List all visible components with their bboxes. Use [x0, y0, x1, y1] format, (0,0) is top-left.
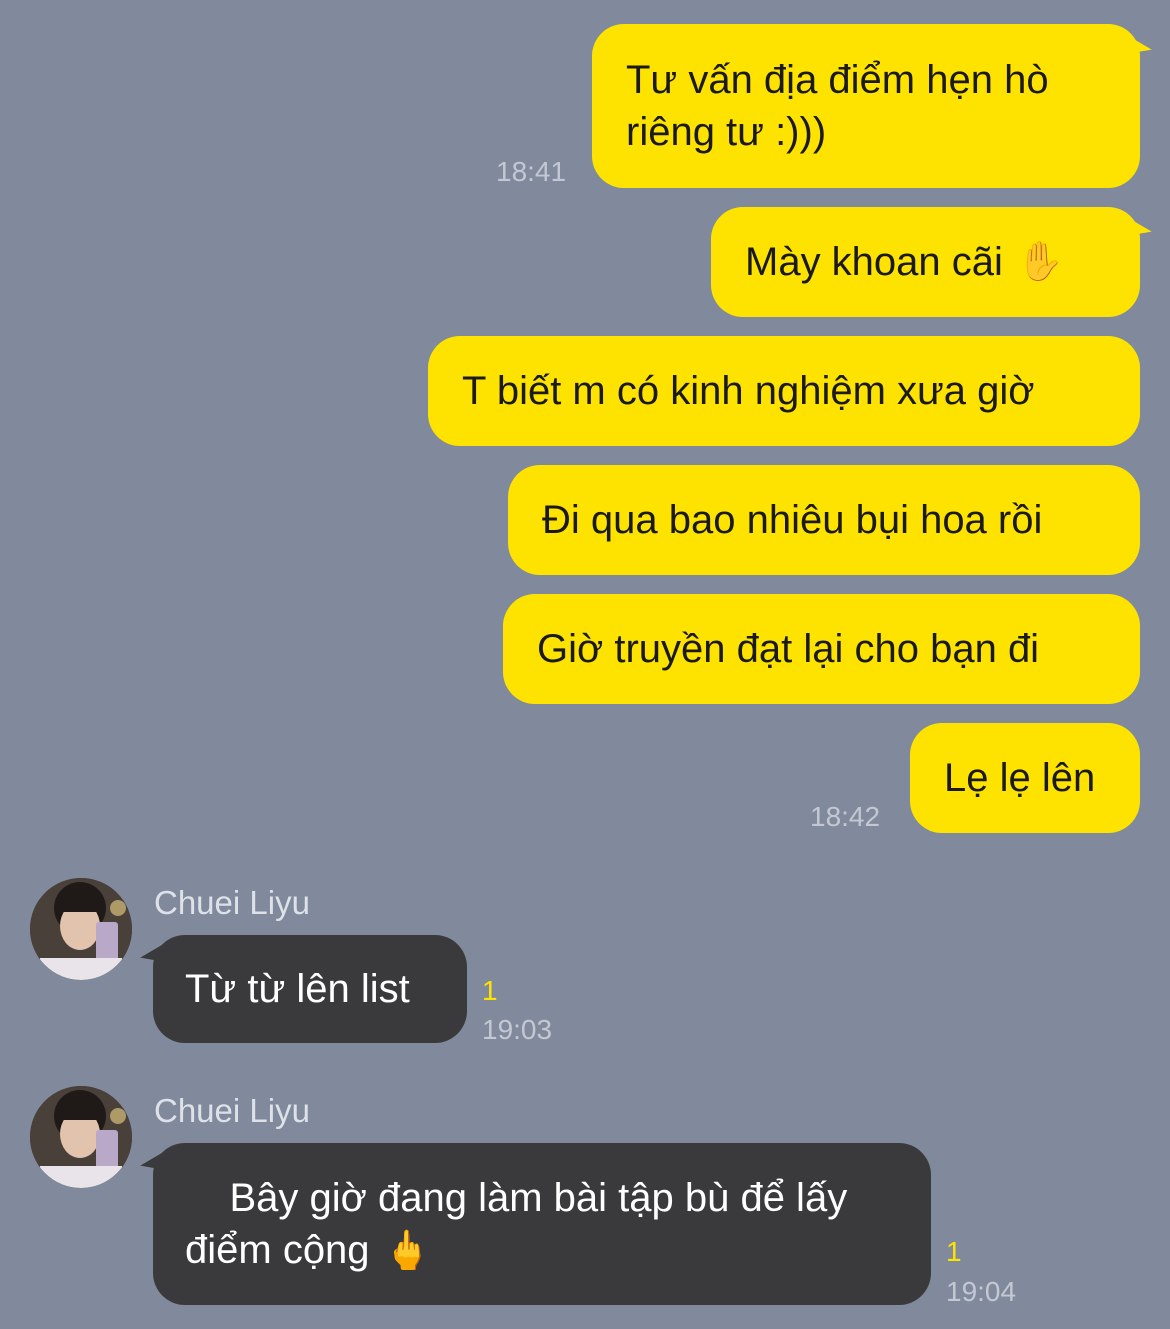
message-text: Mày khoan cãi [745, 240, 1003, 284]
message-text: Đi qua bao nhiêu bụi hoa rồi [542, 498, 1043, 542]
bubble-tail [140, 935, 170, 963]
message-time: 18:42 [810, 801, 881, 832]
message-text: Giờ truyền đạt lại cho bạn đi [537, 627, 1040, 671]
message-bubble-outgoing[interactable]: T biết m có kinh nghiệm xưa giờ [428, 336, 1140, 446]
bubble-tail [1122, 27, 1152, 55]
message-bubble-outgoing[interactable]: Mày khoan cãi ✋ [711, 207, 1140, 317]
message-bubble-outgoing[interactable]: Lẹ lẹ lên [910, 723, 1140, 833]
message-text: Từ từ lên list [185, 967, 410, 1011]
message-bubble-outgoing[interactable]: Tư vấn địa điểm hẹn hò riêng tư :))) [592, 24, 1140, 188]
message-bubble-incoming[interactable]: Bây giờ đang làm bài tập bù để lấy điểm … [153, 1143, 931, 1305]
message-time: 18:41 [496, 156, 567, 187]
message-text: Tư vấn địa điểm hẹn hò riêng tư :))) [626, 58, 1049, 154]
message-text-wrap: Bây giờ đang làm bài tập bù để lấy điểm … [185, 1120, 847, 1329]
message-text: T biết m có kinh nghiệm xưa giờ [462, 369, 1035, 413]
message-time: 19:04 [946, 1276, 1017, 1307]
bubble-tail [1122, 209, 1152, 237]
message-time: 19:03 [482, 1014, 553, 1045]
avatar[interactable] [30, 1086, 132, 1188]
bubble-tail [140, 1143, 170, 1171]
raised-hand-emoji: ✋ [1016, 241, 1065, 283]
message-text: Bây giờ đang làm bài tập bù để lấy điểm … [185, 1175, 848, 1272]
message-text: Lẹ lẹ lên [944, 756, 1096, 800]
message-bubble-incoming[interactable]: Từ từ lên list [153, 935, 467, 1043]
avatar-photo-icon [30, 1086, 132, 1188]
avatar-photo-icon [30, 878, 132, 980]
message-bubble-outgoing[interactable]: Giờ truyền đạt lại cho bạn đi [503, 594, 1140, 704]
unread-count: 1 [946, 1236, 962, 1267]
message-bubble-outgoing[interactable]: Đi qua bao nhiêu bụi hoa rồi [508, 465, 1140, 575]
sender-name: Chuei Liyu [154, 884, 310, 921]
middle-finger-emoji: 🖕 [383, 1229, 431, 1272]
unread-count: 1 [482, 975, 498, 1006]
avatar[interactable] [30, 878, 132, 980]
